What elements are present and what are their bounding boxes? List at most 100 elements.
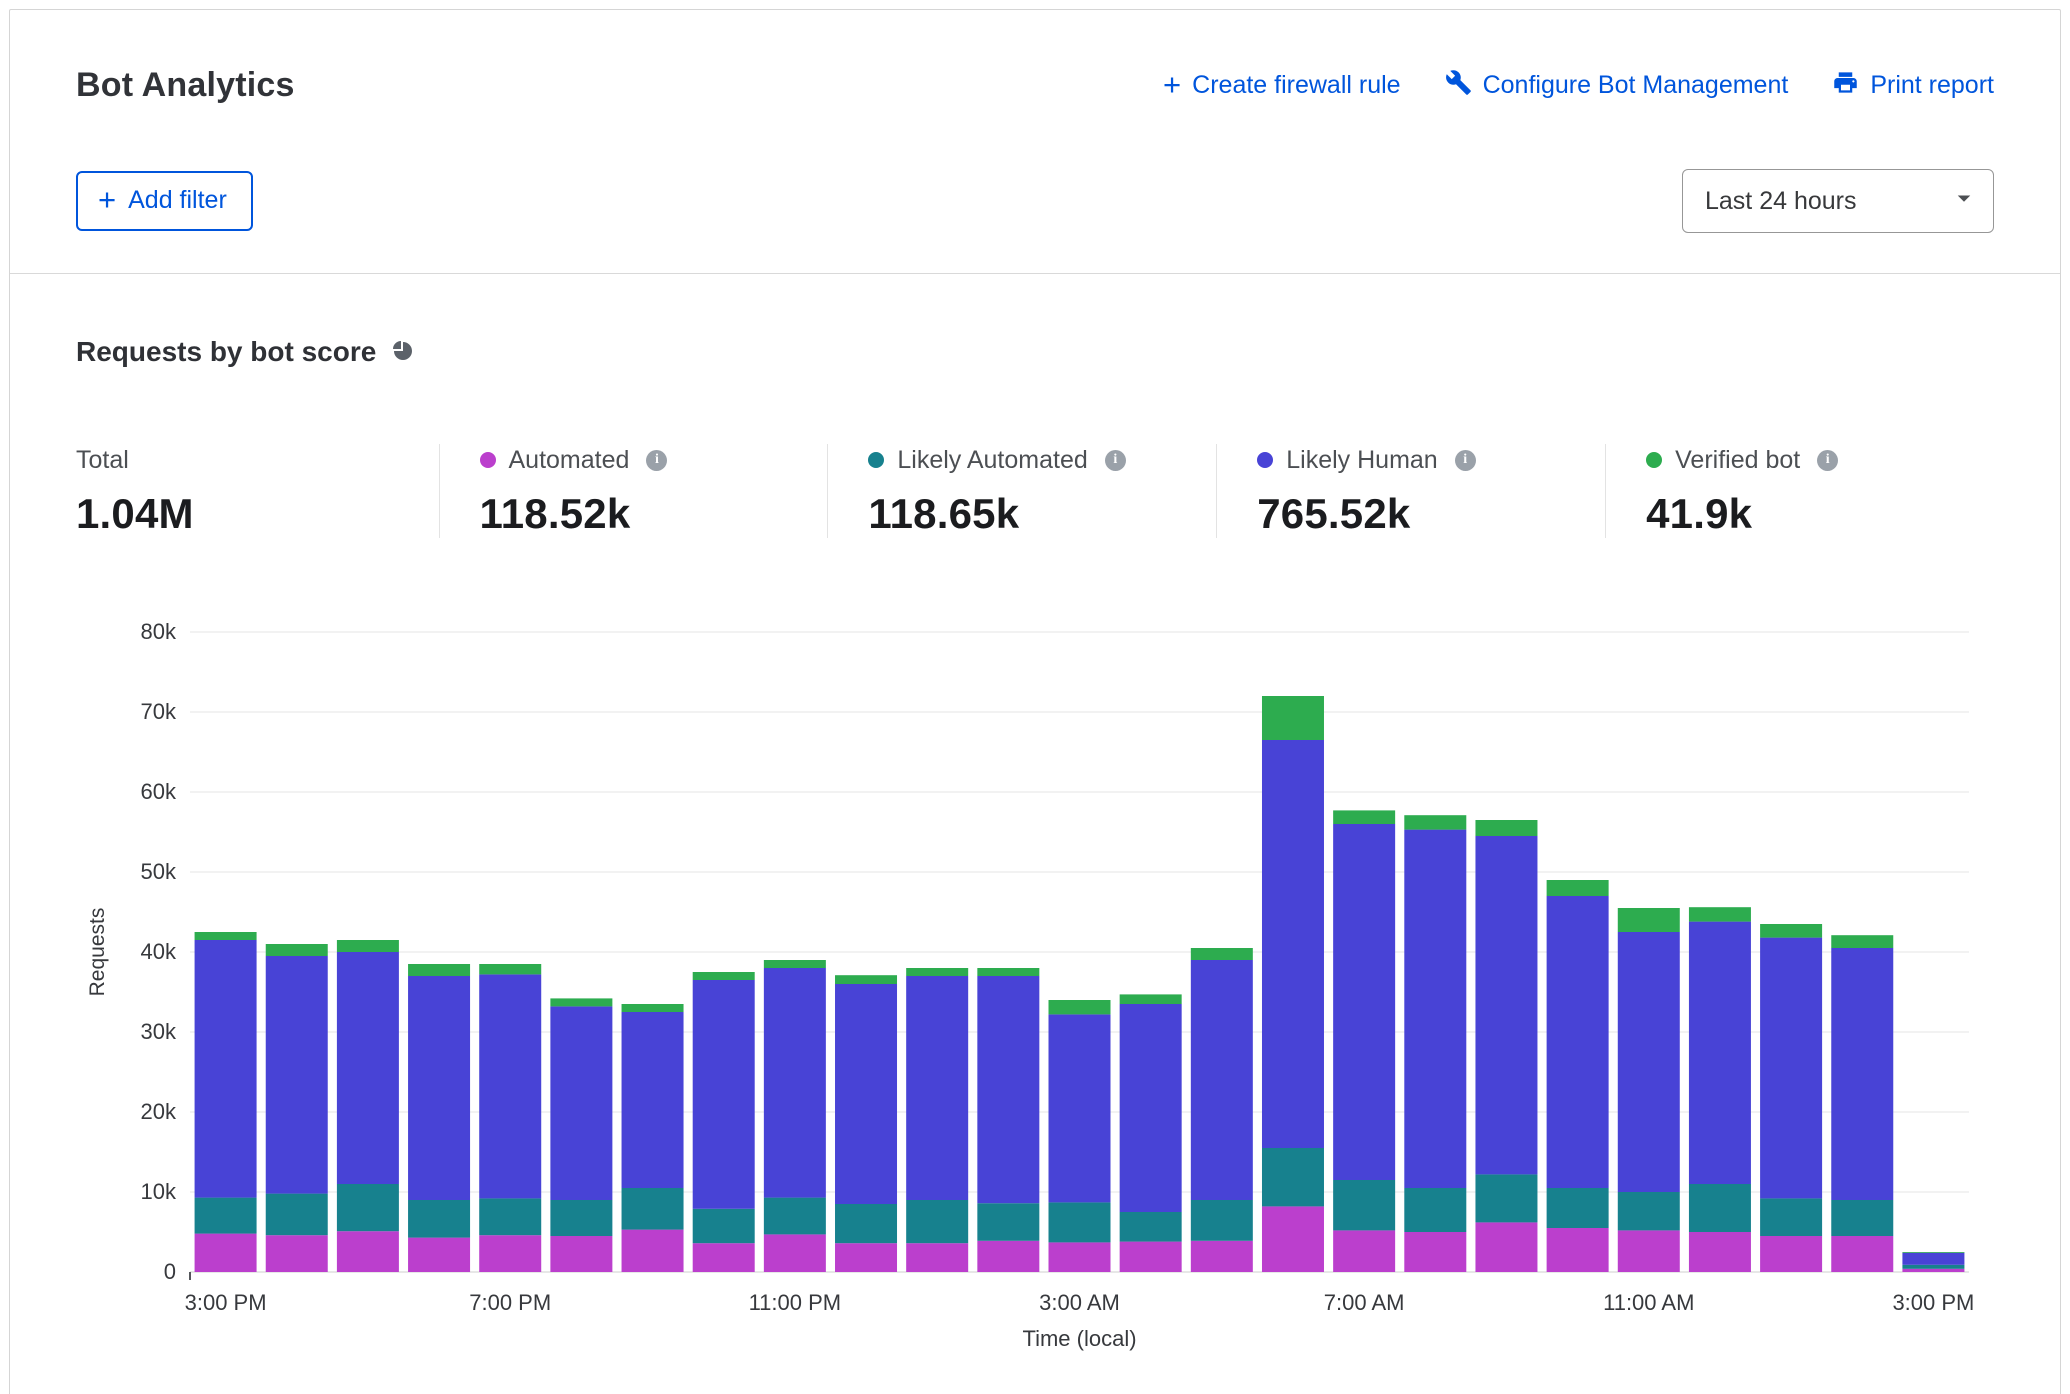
- bar-segment-verified-bot[interactable]: [1333, 810, 1395, 824]
- bar-segment-automated[interactable]: [337, 1231, 399, 1272]
- bar-segment-automated[interactable]: [835, 1243, 897, 1272]
- bar-segment-likely-human[interactable]: [337, 952, 399, 1184]
- bar-segment-automated[interactable]: [1689, 1232, 1751, 1272]
- bar-segment-likely-automated[interactable]: [1475, 1174, 1537, 1222]
- bar-segment-likely-human[interactable]: [693, 980, 755, 1209]
- bar-segment-likely-automated[interactable]: [1831, 1200, 1893, 1236]
- bar-segment-likely-automated[interactable]: [479, 1198, 541, 1235]
- bar-segment-likely-automated[interactable]: [408, 1200, 470, 1238]
- bar-segment-automated[interactable]: [479, 1235, 541, 1272]
- bar-segment-likely-human[interactable]: [1547, 896, 1609, 1188]
- bar-segment-likely-human[interactable]: [1760, 938, 1822, 1199]
- bar-segment-automated[interactable]: [550, 1236, 612, 1272]
- bar-segment-automated[interactable]: [1404, 1232, 1466, 1272]
- bar-segment-verified-bot[interactable]: [835, 975, 897, 984]
- bar-segment-likely-human[interactable]: [1475, 836, 1537, 1174]
- time-range-dropdown[interactable]: Last 24 hours: [1682, 169, 1994, 233]
- info-icon[interactable]: i: [646, 450, 667, 471]
- bar-segment-automated[interactable]: [195, 1234, 257, 1272]
- bar-segment-verified-bot[interactable]: [906, 968, 968, 976]
- info-icon[interactable]: i: [1105, 450, 1126, 471]
- bar-segment-automated[interactable]: [1049, 1242, 1111, 1272]
- bar-segment-likely-human[interactable]: [764, 968, 826, 1198]
- bar-segment-automated[interactable]: [1547, 1228, 1609, 1272]
- bar-segment-likely-automated[interactable]: [1262, 1148, 1324, 1206]
- bar-segment-automated[interactable]: [1760, 1236, 1822, 1272]
- bar-segment-automated[interactable]: [693, 1243, 755, 1272]
- bar-segment-verified-bot[interactable]: [622, 1004, 684, 1012]
- bar-segment-likely-automated[interactable]: [1191, 1200, 1253, 1241]
- bar-segment-verified-bot[interactable]: [764, 960, 826, 968]
- bar-segment-automated[interactable]: [977, 1241, 1039, 1272]
- bar-segment-verified-bot[interactable]: [1902, 1252, 1964, 1253]
- bar-segment-likely-automated[interactable]: [977, 1203, 1039, 1241]
- configure-bot-management-link[interactable]: Configure Bot Management: [1445, 69, 1789, 103]
- print-report-link[interactable]: Print report: [1832, 69, 1994, 103]
- bar-segment-automated[interactable]: [408, 1238, 470, 1272]
- bar-segment-verified-bot[interactable]: [266, 944, 328, 956]
- bar-segment-likely-automated[interactable]: [1404, 1188, 1466, 1232]
- bar-segment-likely-human[interactable]: [266, 956, 328, 1194]
- info-icon[interactable]: i: [1455, 450, 1476, 471]
- bar-segment-automated[interactable]: [1333, 1230, 1395, 1272]
- bar-segment-likely-human[interactable]: [1191, 960, 1253, 1200]
- bar-segment-verified-bot[interactable]: [977, 968, 1039, 976]
- bar-segment-likely-automated[interactable]: [1760, 1198, 1822, 1236]
- bar-segment-verified-bot[interactable]: [1262, 696, 1324, 740]
- bar-segment-automated[interactable]: [622, 1230, 684, 1272]
- bar-segment-likely-human[interactable]: [479, 974, 541, 1198]
- bar-segment-verified-bot[interactable]: [1191, 948, 1253, 960]
- bar-segment-likely-automated[interactable]: [266, 1194, 328, 1236]
- bar-segment-likely-automated[interactable]: [1333, 1180, 1395, 1230]
- bar-segment-automated[interactable]: [1902, 1269, 1964, 1272]
- bar-segment-verified-bot[interactable]: [1404, 815, 1466, 829]
- bar-segment-likely-automated[interactable]: [1902, 1265, 1964, 1269]
- bar-segment-automated[interactable]: [1262, 1206, 1324, 1272]
- bar-segment-likely-human[interactable]: [408, 976, 470, 1200]
- bar-segment-likely-human[interactable]: [1404, 830, 1466, 1188]
- bar-segment-automated[interactable]: [1475, 1222, 1537, 1272]
- bar-segment-verified-bot[interactable]: [1475, 820, 1537, 836]
- bar-segment-likely-human[interactable]: [1902, 1253, 1964, 1265]
- bar-segment-likely-automated[interactable]: [693, 1209, 755, 1243]
- bar-segment-likely-automated[interactable]: [1547, 1188, 1609, 1228]
- bar-segment-automated[interactable]: [1831, 1236, 1893, 1272]
- bar-segment-verified-bot[interactable]: [1120, 994, 1182, 1004]
- bar-segment-verified-bot[interactable]: [195, 932, 257, 940]
- bar-segment-verified-bot[interactable]: [337, 940, 399, 952]
- bar-segment-likely-human[interactable]: [195, 940, 257, 1198]
- bar-segment-automated[interactable]: [1120, 1242, 1182, 1272]
- bar-segment-likely-automated[interactable]: [1049, 1202, 1111, 1242]
- bar-segment-likely-automated[interactable]: [337, 1184, 399, 1231]
- bar-segment-verified-bot[interactable]: [550, 998, 612, 1006]
- bar-segment-likely-human[interactable]: [1831, 948, 1893, 1200]
- bar-segment-likely-human[interactable]: [622, 1012, 684, 1188]
- bar-segment-likely-automated[interactable]: [1689, 1184, 1751, 1232]
- bar-segment-likely-automated[interactable]: [1120, 1212, 1182, 1242]
- info-icon[interactable]: i: [1817, 450, 1838, 471]
- bar-segment-likely-human[interactable]: [1618, 932, 1680, 1192]
- bar-segment-automated[interactable]: [1618, 1230, 1680, 1272]
- bar-segment-verified-bot[interactable]: [408, 964, 470, 976]
- bar-segment-verified-bot[interactable]: [1049, 1000, 1111, 1014]
- bar-segment-verified-bot[interactable]: [1689, 907, 1751, 921]
- bar-segment-likely-automated[interactable]: [195, 1198, 257, 1234]
- bar-segment-likely-automated[interactable]: [835, 1204, 897, 1243]
- bar-segment-verified-bot[interactable]: [1547, 880, 1609, 896]
- bar-segment-likely-human[interactable]: [835, 984, 897, 1204]
- bar-segment-likely-human[interactable]: [1120, 1004, 1182, 1212]
- bar-segment-verified-bot[interactable]: [1760, 924, 1822, 938]
- bar-segment-verified-bot[interactable]: [479, 964, 541, 974]
- bar-segment-automated[interactable]: [266, 1235, 328, 1272]
- add-filter-button[interactable]: + Add filter: [76, 171, 253, 231]
- bot-score-chart[interactable]: 010k20k30k40k50k60k70k80k3:00 PM7:00 PM1…: [76, 592, 2014, 1354]
- bar-segment-likely-automated[interactable]: [764, 1198, 826, 1235]
- bar-segment-likely-automated[interactable]: [622, 1188, 684, 1230]
- bar-segment-likely-automated[interactable]: [906, 1200, 968, 1243]
- bar-segment-likely-human[interactable]: [1689, 922, 1751, 1184]
- bar-segment-likely-human[interactable]: [1333, 824, 1395, 1180]
- bar-segment-automated[interactable]: [906, 1243, 968, 1272]
- bar-segment-likely-human[interactable]: [1049, 1014, 1111, 1202]
- create-firewall-rule-link[interactable]: + Create firewall rule: [1163, 70, 1401, 101]
- bar-segment-automated[interactable]: [764, 1234, 826, 1272]
